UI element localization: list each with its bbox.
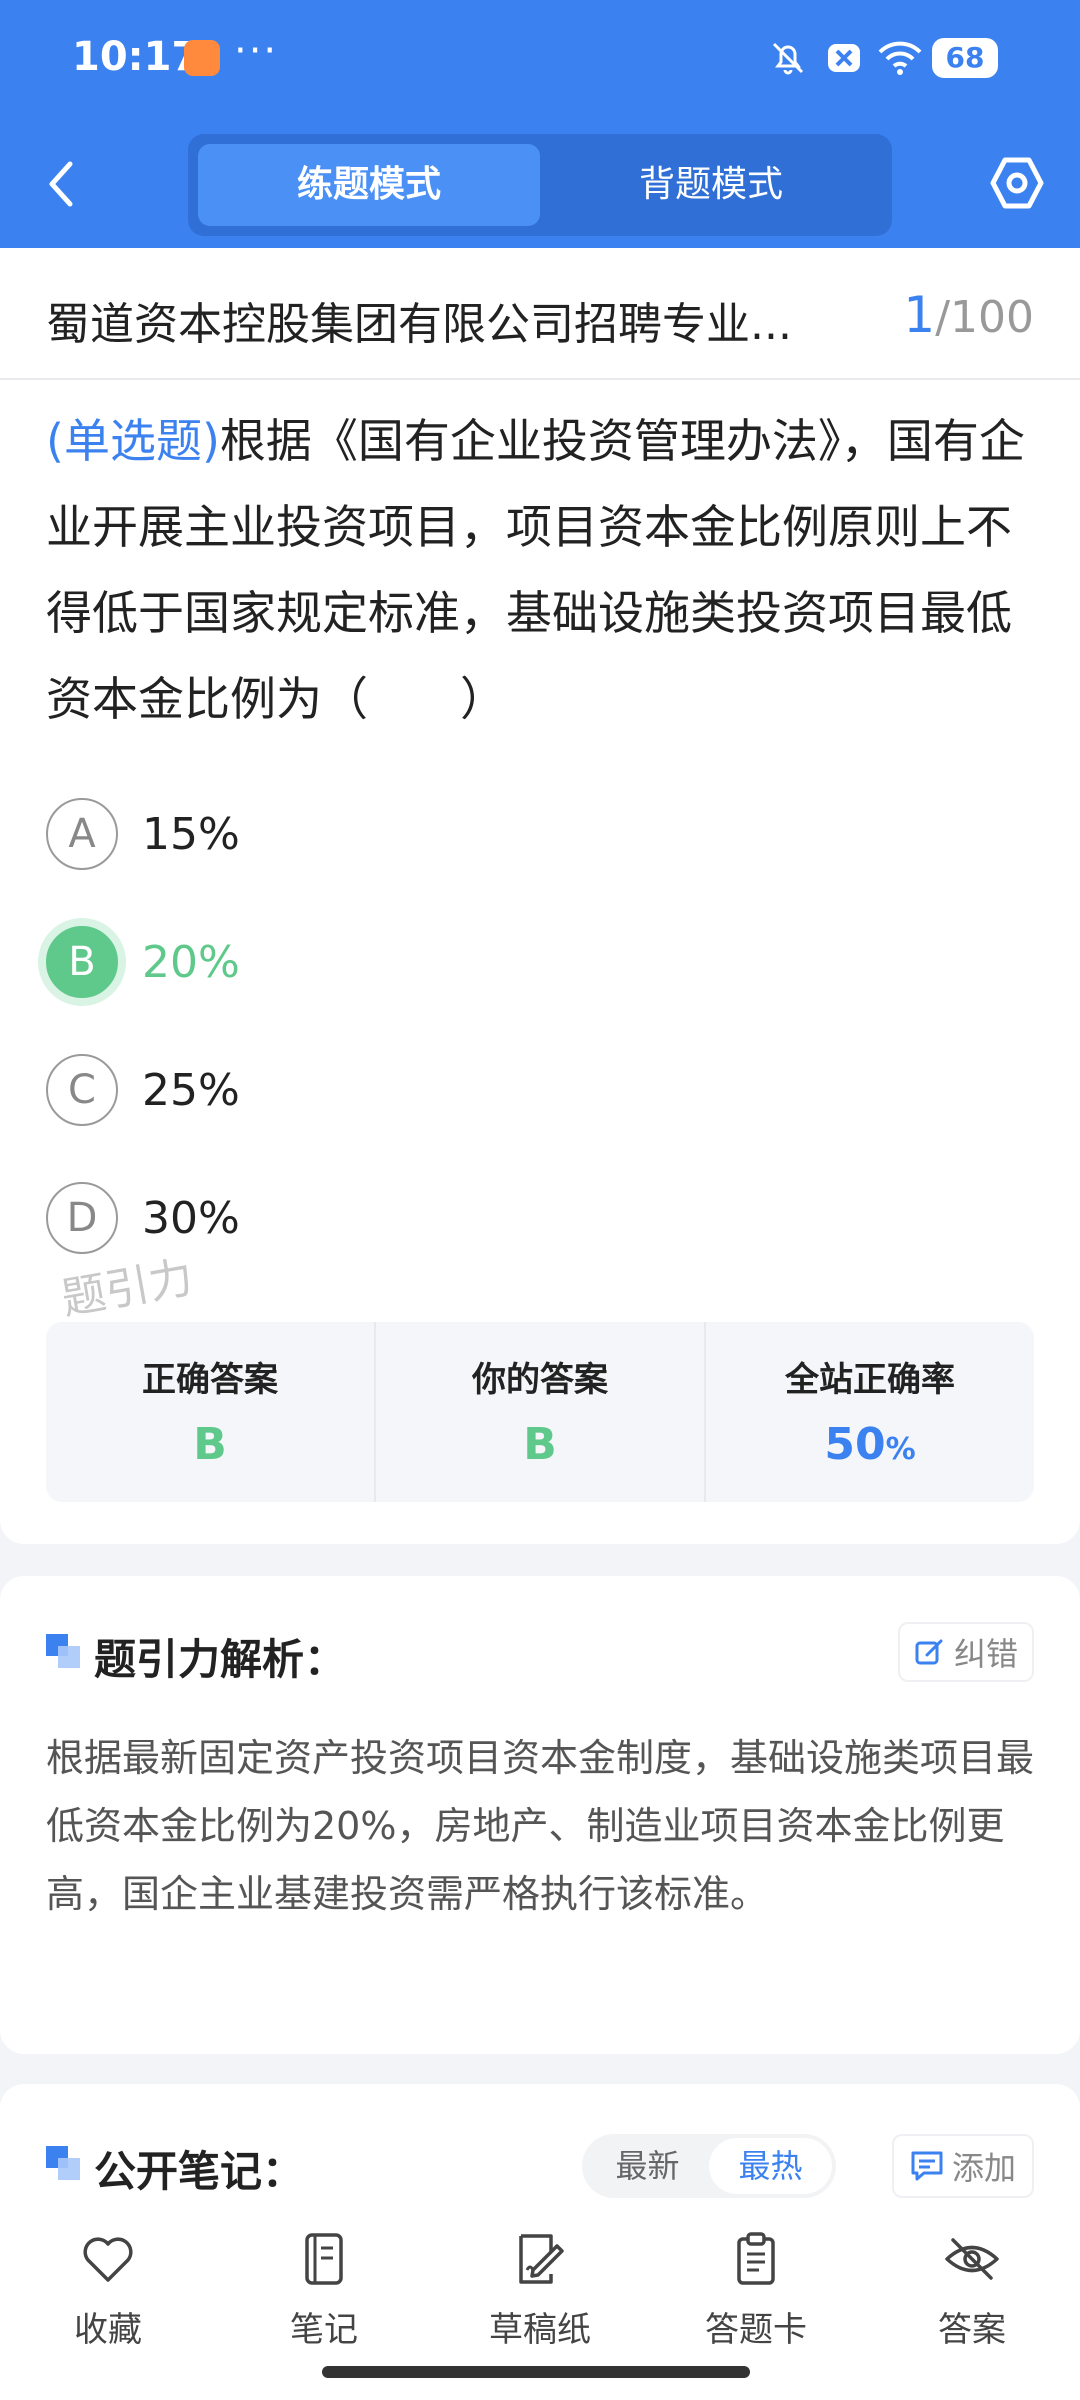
correct-answer-label: 正确答案 bbox=[142, 1360, 278, 1400]
answer-summary: 正确答案 B 你的答案 B 全站正确率 50% bbox=[46, 1322, 1034, 1502]
add-note-label: 添加 bbox=[951, 2149, 1016, 2187]
question-stem: (单选题)根据《国有企业投资管理办法》，国有企业开展主业投资项目，项目资本金比例… bbox=[46, 398, 1040, 742]
tab-favorite[interactable]: 收藏 bbox=[0, 2204, 216, 2400]
sort-newest[interactable]: 最新 bbox=[586, 2138, 709, 2194]
back-button[interactable] bbox=[40, 158, 84, 210]
notes-sort-toggle: 最新 最热 bbox=[582, 2134, 836, 2198]
tab-memorize-mode[interactable]: 背题模式 bbox=[540, 144, 882, 226]
heart-icon bbox=[83, 2237, 133, 2282]
current-question-number: 1 bbox=[903, 286, 936, 344]
tab-practice-mode[interactable]: 练题模式 bbox=[198, 144, 540, 226]
option-b[interactable]: B 20% bbox=[46, 924, 746, 1000]
exam-title-row: 蜀道资本控股集团有限公司招聘专业... 1/100 bbox=[0, 248, 1080, 380]
notebook-icon bbox=[305, 2233, 343, 2285]
your-answer-label: 你的答案 bbox=[472, 1360, 608, 1400]
tab-label: 收藏 bbox=[74, 2310, 142, 2350]
your-answer-value: B bbox=[523, 1419, 557, 1470]
app-header: 10:17 ··· 68 练题模式 背题模式 bbox=[0, 0, 1080, 248]
option-d[interactable]: D 30% bbox=[46, 1180, 746, 1256]
tab-label: 答案 bbox=[938, 2310, 1006, 2350]
option-letter: C bbox=[46, 1054, 118, 1126]
your-answer-cell: 你的答案 B bbox=[376, 1322, 706, 1502]
settings-icon[interactable] bbox=[990, 156, 1044, 210]
option-text: 20% bbox=[142, 936, 240, 988]
question-card: 蜀道资本控股集团有限公司招聘专业... 1/100 (单选题)根据《国有企业投资… bbox=[0, 248, 1080, 1544]
exam-title: 蜀道资本控股集团有限公司招聘专业... bbox=[46, 299, 792, 350]
battery-indicator: 68 bbox=[932, 38, 998, 78]
comment-icon bbox=[911, 2151, 943, 2181]
status-bar: 10:17 ··· 68 bbox=[0, 0, 1080, 118]
accuracy-value: 50% bbox=[706, 1419, 1034, 1470]
analysis-title: 题引力解析： bbox=[94, 1635, 347, 1684]
option-letter: D bbox=[46, 1182, 118, 1254]
status-time: 10:17 bbox=[72, 34, 200, 80]
more-notifications-icon: ··· bbox=[234, 28, 279, 74]
draft-paper-icon bbox=[519, 2234, 564, 2284]
accuracy-unit: % bbox=[885, 1432, 916, 1467]
accuracy-label: 全站正确率 bbox=[785, 1360, 955, 1400]
option-a[interactable]: A 15% bbox=[46, 796, 746, 872]
accuracy-cell: 全站正确率 50% bbox=[706, 1322, 1034, 1502]
tab-answer[interactable]: 答案 bbox=[864, 2204, 1080, 2400]
tab-label: 答题卡 bbox=[705, 2310, 807, 2350]
sort-hottest[interactable]: 最热 bbox=[709, 2138, 832, 2194]
add-note-button[interactable]: 添加 bbox=[892, 2134, 1034, 2198]
notification-app-icon bbox=[184, 40, 220, 76]
notes-title: 公开笔记： bbox=[94, 2147, 305, 2196]
home-indicator[interactable] bbox=[322, 2366, 750, 2378]
option-text: 30% bbox=[142, 1192, 240, 1244]
correct-answer-cell: 正确答案 B bbox=[46, 1322, 376, 1502]
report-error-button[interactable]: 纠错 bbox=[898, 1622, 1034, 1682]
question-counter: 1/100 bbox=[903, 286, 1034, 344]
analysis-card: 题引力解析： 纠错 根据最新固定资产投资项目资本金制度，基础设施类项目最低资本金… bbox=[0, 1576, 1080, 2054]
public-notes-card: 公开笔记： 最新 最热 添加 bbox=[0, 2084, 1080, 2224]
eye-off-icon bbox=[945, 2238, 999, 2280]
edit-icon bbox=[915, 1639, 943, 1665]
accuracy-number: 50 bbox=[824, 1419, 886, 1470]
section-square-icon bbox=[46, 1634, 80, 1668]
option-c[interactable]: C 25% bbox=[46, 1052, 746, 1128]
analysis-text: 根据最新固定资产投资项目资本金制度，基础设施类项目最低资本金比例为20%，房地产… bbox=[46, 1736, 1035, 1916]
question-type: (单选题) bbox=[46, 414, 220, 468]
option-letter: A bbox=[46, 798, 118, 870]
option-text: 25% bbox=[142, 1064, 240, 1116]
answer-sheet-icon bbox=[737, 2232, 775, 2285]
report-error-label: 纠错 bbox=[953, 1635, 1018, 1673]
tab-label: 笔记 bbox=[290, 2310, 358, 2350]
option-text: 15% bbox=[142, 808, 240, 860]
sim-x-icon bbox=[828, 44, 860, 72]
mute-bell-icon bbox=[772, 42, 804, 75]
total-questions: /100 bbox=[935, 292, 1034, 343]
option-letter: B bbox=[46, 926, 118, 998]
mode-switch: 练题模式 背题模式 bbox=[188, 134, 892, 236]
correct-answer-value: B bbox=[193, 1419, 227, 1470]
tab-label: 草稿纸 bbox=[489, 2310, 591, 2350]
section-square-icon bbox=[46, 2146, 80, 2180]
wifi-icon bbox=[878, 41, 922, 75]
